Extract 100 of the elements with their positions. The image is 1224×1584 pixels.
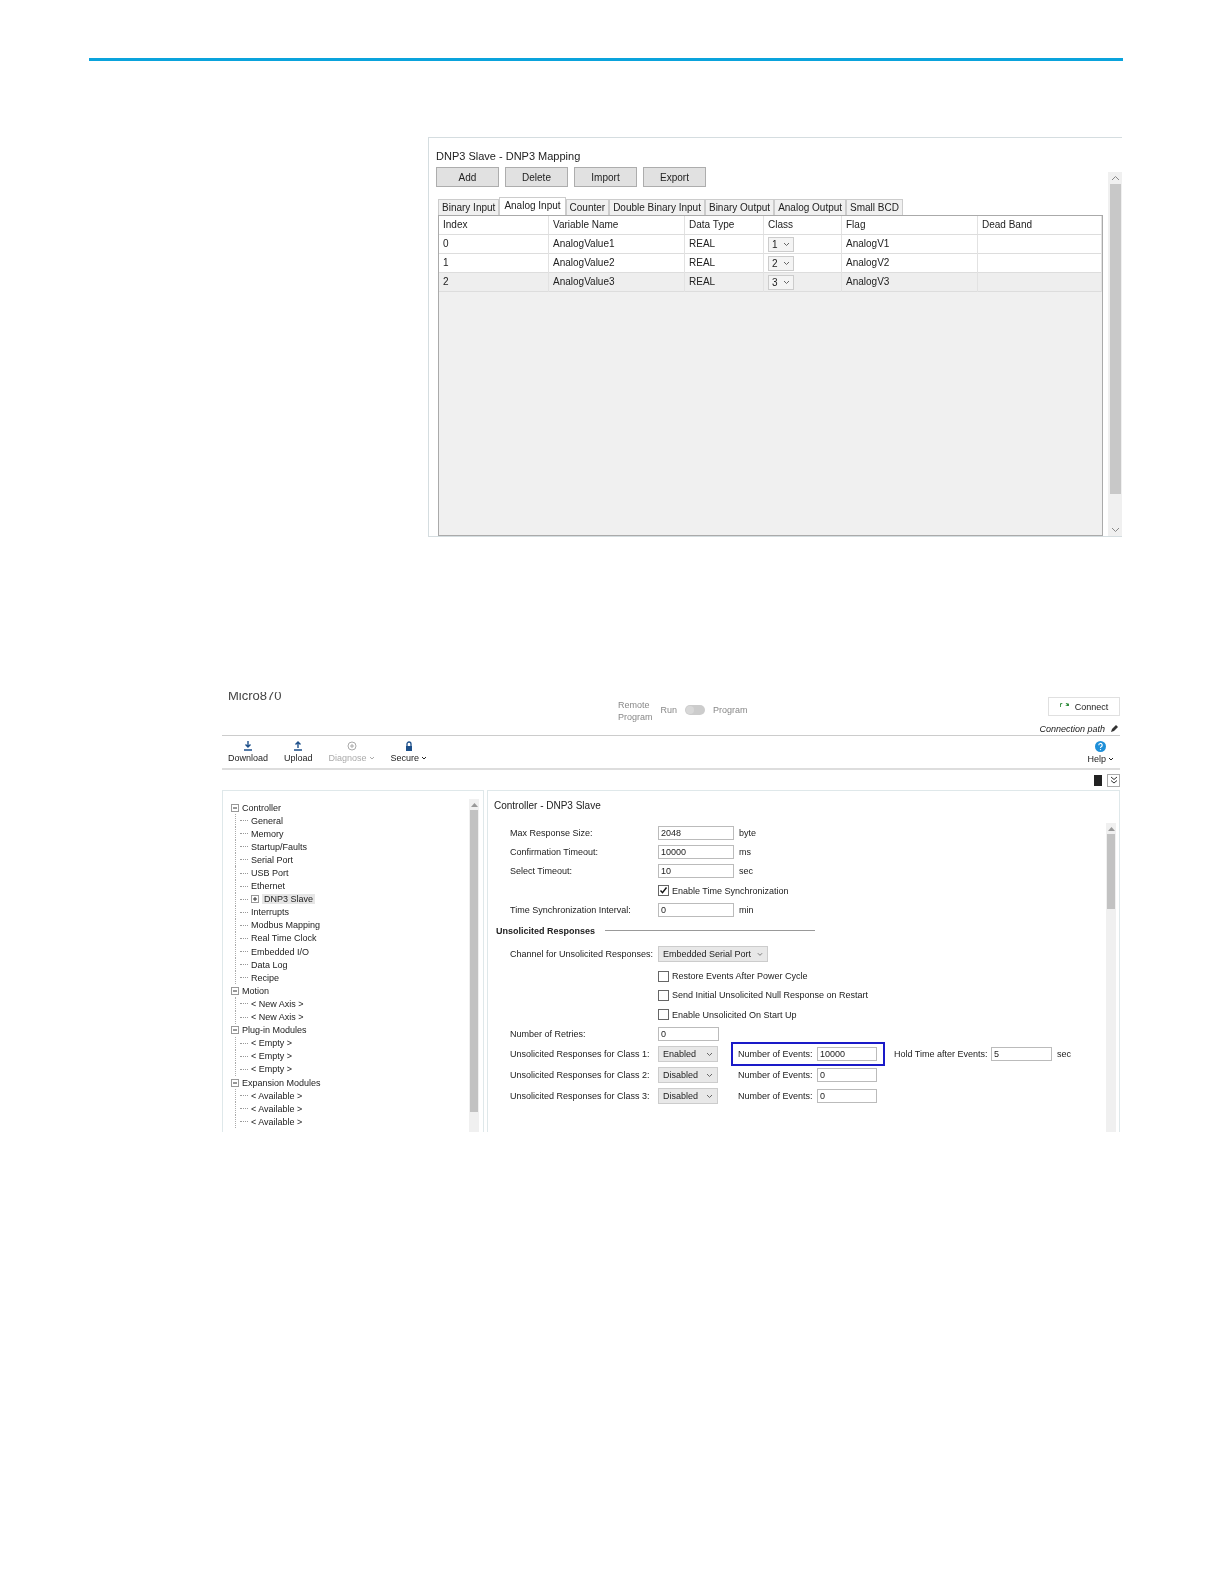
chevron-icon	[782, 261, 790, 266]
column-header[interactable]: Flag	[842, 216, 978, 234]
tree-item[interactable]: Plug-in Modules	[242, 1025, 307, 1036]
help-icon	[1095, 740, 1107, 752]
tree-item[interactable]: Expansion Modules	[242, 1077, 321, 1088]
tab[interactable]: Binary Input	[438, 199, 500, 215]
toolbar-button[interactable]: Secure	[390, 741, 428, 763]
class-dropdown[interactable]: 3	[768, 275, 794, 290]
help-button[interactable]: Help	[1087, 740, 1114, 764]
checkbox[interactable]	[658, 970, 669, 982]
collapse-button[interactable]	[1107, 773, 1120, 787]
scroll-down-icon	[1110, 527, 1120, 533]
input-field[interactable]: 0	[658, 902, 734, 917]
collapse-icon[interactable]	[231, 1078, 239, 1087]
collapse-icon[interactable]	[231, 803, 239, 812]
dropdown[interactable]: Embedded Serial Port	[658, 946, 768, 963]
tree-item[interactable]: < New Axis >	[251, 1012, 304, 1023]
tab[interactable]: Double Binary Input	[609, 199, 705, 215]
input-field[interactable]: 5	[991, 1047, 1052, 1062]
section-heading: Unsolicited Responses	[496, 926, 596, 936]
tree-item[interactable]: Data Log	[251, 959, 288, 970]
tree-item[interactable]: Serial Port	[251, 854, 294, 865]
column-header[interactable]: Class	[764, 216, 842, 234]
tree-item[interactable]: Real Time Clock	[251, 933, 317, 944]
collapse-icon[interactable]	[231, 986, 239, 995]
input-field[interactable]: 2048	[658, 825, 734, 840]
tab[interactable]: Analog Output	[774, 199, 847, 215]
tree-item[interactable]: Recipe	[251, 972, 279, 983]
toolbar-button[interactable]: Import	[574, 167, 637, 187]
input-field[interactable]: 10000	[817, 1047, 877, 1062]
tree-item[interactable]: < New Axis >	[251, 998, 304, 1009]
class-dropdown[interactable]: 2	[768, 256, 794, 271]
field-label: Hold Time after Events:	[894, 1049, 989, 1060]
scrollbar[interactable]	[1106, 823, 1116, 1132]
tree-item[interactable]: Ethernet	[251, 881, 286, 892]
column-header[interactable]: Data Type	[685, 216, 764, 234]
tab[interactable]: Analog Input	[499, 197, 566, 215]
toolbar-button[interactable]: Upload	[284, 741, 313, 763]
tree-item[interactable]: USB Port	[251, 868, 289, 878]
caret-icon	[368, 756, 375, 760]
table-row[interactable]: 1 AnalogValue2 REAL 2 AnalogV2	[439, 254, 1102, 273]
toolbar-button[interactable]: Add	[436, 167, 499, 187]
mode-label: Program	[713, 705, 748, 715]
toolbar-button[interactable]: Export	[643, 167, 706, 187]
class-dropdown[interactable]: 1	[768, 237, 794, 252]
connect-button[interactable]: Connect	[1048, 697, 1120, 716]
input-field[interactable]: 0	[817, 1068, 877, 1083]
tree-item[interactable]: < Available >	[251, 1116, 303, 1127]
input-field[interactable]: 10	[658, 864, 734, 879]
tree-item[interactable]: Interrupts	[251, 907, 290, 918]
checkbox[interactable]	[658, 885, 669, 897]
tree-item[interactable]: < Empty >	[251, 1064, 293, 1075]
mode-toggle[interactable]	[685, 705, 706, 715]
dropdown[interactable]: Enabled	[658, 1046, 718, 1063]
lock-icon	[403, 741, 414, 751]
tree-item[interactable]: Memory	[251, 828, 284, 839]
tree-item[interactable]: General	[251, 815, 284, 826]
tab[interactable]: Counter	[565, 199, 610, 215]
tree-item[interactable]: Modbus Mapping	[251, 920, 321, 931]
book-icon[interactable]	[1094, 774, 1102, 786]
column-header[interactable]: Index	[439, 216, 549, 234]
table-row[interactable]: 2 AnalogValue3 REAL 3 AnalogV3	[439, 273, 1102, 292]
tree-item[interactable]: DNP3 Slave	[262, 894, 316, 905]
tree-item[interactable]: < Empty >	[251, 1038, 293, 1049]
checkbox[interactable]	[658, 1009, 669, 1021]
input-field[interactable]: 0	[658, 1027, 719, 1041]
toolbar-button[interactable]: Download	[228, 741, 269, 763]
checkbox-label: Enable Time Synchronization	[672, 885, 789, 896]
collapse-icon[interactable]	[231, 1026, 239, 1035]
chevron-icon	[706, 1051, 713, 1057]
column-header[interactable]: Variable Name	[549, 216, 685, 234]
mode-label: Remote Program	[618, 699, 653, 723]
double-chevron-icon	[1109, 776, 1118, 784]
scroll-up-icon	[1110, 175, 1120, 181]
pencil-icon[interactable]	[1110, 725, 1118, 733]
table-cell: AnalogValue3	[549, 273, 685, 292]
field-label: Time Synchronization Interval:	[510, 904, 632, 915]
expand-icon[interactable]	[251, 895, 259, 904]
tree-item[interactable]: Motion	[242, 985, 269, 996]
column-header[interactable]: Dead Band	[978, 216, 1102, 234]
checkbox[interactable]	[658, 989, 669, 1001]
scrollbar[interactable]	[1108, 172, 1122, 536]
tree-item[interactable]: Embedded I/O	[251, 946, 310, 957]
input-field[interactable]: 0	[817, 1089, 877, 1104]
tab[interactable]: Binary Output	[704, 199, 775, 215]
tree-item[interactable]: < Available >	[251, 1103, 303, 1114]
tree-item[interactable]: < Available >	[251, 1090, 303, 1101]
dropdown[interactable]: Disabled	[658, 1067, 718, 1084]
toolbar-button[interactable]: Delete	[505, 167, 568, 187]
scrollbar-thumb[interactable]	[1107, 834, 1115, 909]
input-field[interactable]: 10000	[658, 844, 734, 859]
unit-label: sec	[1057, 1049, 1071, 1060]
dropdown[interactable]: Disabled	[658, 1088, 718, 1105]
tree-item[interactable]: < Empty >	[251, 1051, 293, 1062]
scrollbar[interactable]	[469, 799, 479, 1132]
tree-item[interactable]: Controller	[242, 802, 281, 813]
table-row[interactable]: 0 AnalogValue1 REAL 1 AnalogV1	[439, 235, 1102, 254]
tree-item[interactable]: Startup/Faults	[251, 841, 308, 852]
unit-label: ms	[739, 846, 751, 857]
tab[interactable]: Small BCD	[846, 199, 903, 215]
